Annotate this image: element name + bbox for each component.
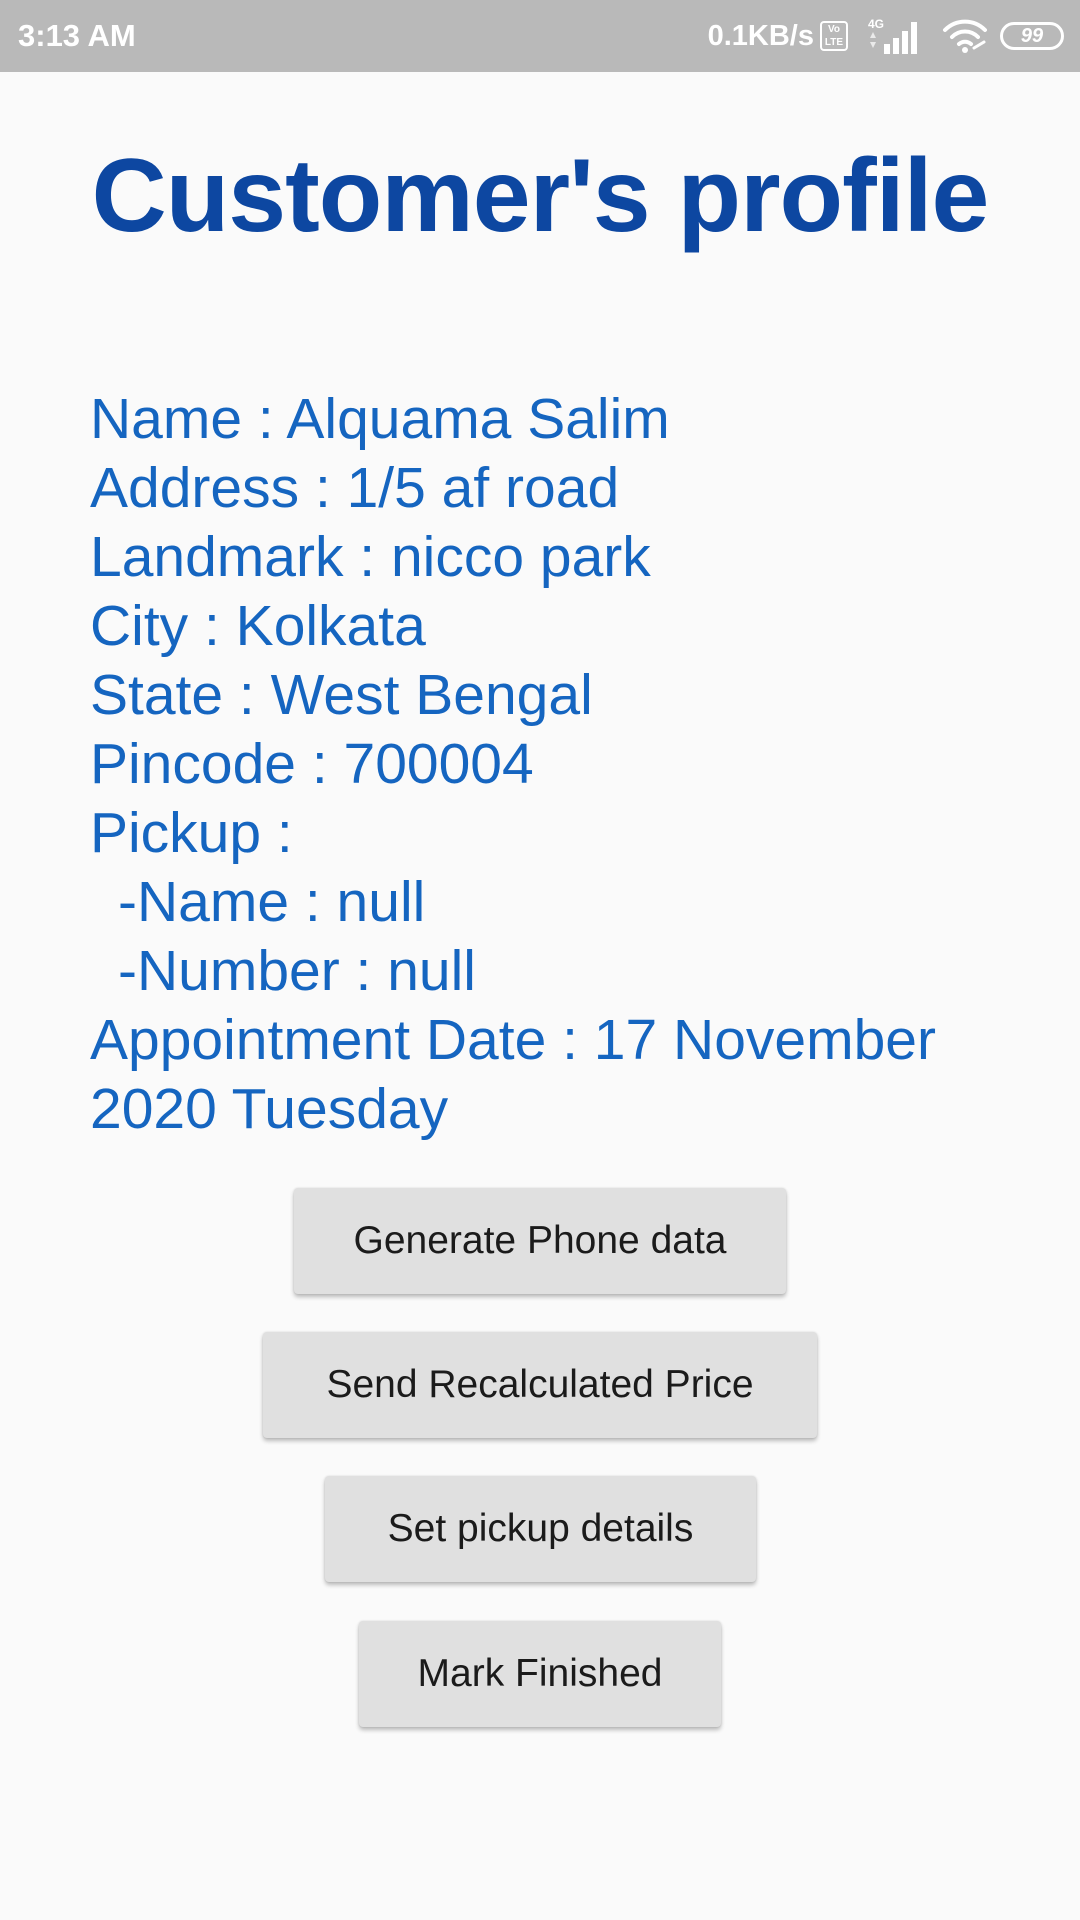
mark-finished-button[interactable]: Mark Finished xyxy=(359,1621,721,1727)
pickup-number: -Number : null xyxy=(118,939,476,1003)
pickup-name: -Name : null xyxy=(118,870,426,934)
generate-phone-data-button[interactable]: Generate Phone data xyxy=(294,1188,786,1294)
page-title: Customer's profile xyxy=(91,138,990,254)
volte-icon-bottom: LTE xyxy=(824,37,844,48)
set-pickup-details-button[interactable]: Set pickup details xyxy=(325,1476,756,1582)
cell-signal-icon: 4G xyxy=(868,17,917,54)
appointment-date: Appointment Date : 17 November 2020 Tues… xyxy=(90,1008,936,1141)
send-recalculated-price-button[interactable]: Send Recalculated Price xyxy=(263,1332,817,1438)
volte-icon: Vo LTE xyxy=(820,21,848,51)
battery-icon: 99 xyxy=(1000,22,1064,50)
customer-pincode: Pincode : 700004 xyxy=(90,732,534,796)
network-type-label: 4G xyxy=(868,17,884,31)
network-speed: 0.1KB/s xyxy=(707,19,814,52)
wifi-icon xyxy=(943,19,987,53)
status-icons: 0.1KB/s Vo LTE 4G 99 xyxy=(708,0,1064,72)
customer-landmark: Landmark : nicco park xyxy=(90,525,651,589)
customer-address: Address : 1/5 af road xyxy=(90,456,620,520)
volte-icon-top: Vo xyxy=(827,24,841,35)
customer-details: Name : Alquama Salim Address : 1/5 af ro… xyxy=(90,385,1010,1144)
status-bar: 3:13 AM 0.1KB/s Vo LTE 4G 99 xyxy=(0,0,1080,72)
battery-level: 99 xyxy=(1020,25,1044,47)
pickup-label: Pickup : xyxy=(90,801,293,865)
customer-city: City : Kolkata xyxy=(90,594,426,658)
customer-state: State : West Bengal xyxy=(90,663,593,727)
customer-name: Name : Alquama Salim xyxy=(90,387,670,451)
status-time: 3:13 AM xyxy=(18,18,136,53)
